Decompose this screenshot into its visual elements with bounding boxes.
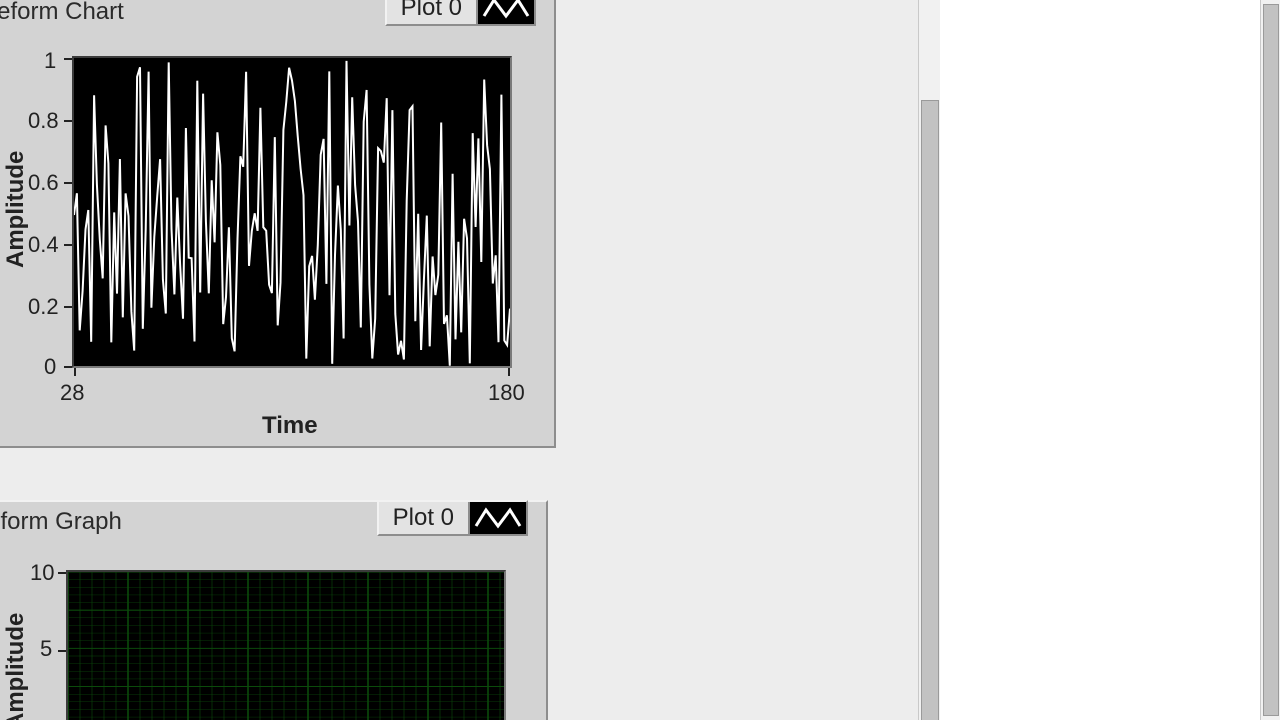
front-panel-scrollbar[interactable]	[918, 0, 941, 720]
right-panel-scrollbar[interactable]	[1260, 0, 1280, 720]
y-tick-mark	[64, 306, 72, 308]
waveform-chart-title: Waveform Chart	[0, 0, 124, 26]
y-tick-mark	[64, 182, 72, 184]
x-tick-28: 28	[60, 380, 84, 406]
waveform-chart-legend[interactable]: Plot 0	[385, 0, 536, 26]
line-sample-icon	[468, 502, 526, 534]
y-tick-0-6: 0.6	[28, 170, 59, 196]
line-sample-icon	[476, 0, 534, 24]
legend-label: Plot 0	[379, 502, 468, 534]
scrollbar-thumb[interactable]	[1263, 4, 1279, 716]
legend-label: Plot 0	[387, 0, 476, 24]
y-tick-0-4: 0.4	[28, 232, 59, 258]
y-tick-mark	[64, 244, 72, 246]
y-tick-0: 0	[44, 354, 56, 380]
y-tick-0-2: 0.2	[28, 294, 59, 320]
y-tick-mark	[64, 366, 72, 368]
y-tick-10: 10	[30, 560, 54, 586]
waveform-graph-title: Waveform Graph	[0, 508, 122, 536]
y-axis-label: Amplitude	[2, 151, 30, 268]
y-tick-mark	[58, 650, 66, 652]
x-tick-mark	[74, 368, 76, 376]
y-tick-5: 5	[40, 636, 52, 662]
x-axis-label: Time	[262, 412, 318, 440]
x-tick-180: 180	[488, 380, 525, 406]
y-tick-mark	[64, 120, 72, 122]
scrollbar-thumb[interactable]	[921, 100, 939, 720]
waveform-chart-plot[interactable]	[72, 56, 512, 368]
right-side-panel	[940, 0, 1260, 720]
waveform-graph-legend[interactable]: Plot 0	[377, 500, 528, 536]
y-tick-mark	[58, 572, 66, 574]
y-tick-1: 1	[44, 48, 56, 74]
waveform-graph-plot[interactable]	[66, 570, 506, 720]
y-axis-label-graph: Amplitude	[2, 613, 30, 720]
x-tick-mark	[508, 368, 510, 376]
y-tick-0-8: 0.8	[28, 108, 59, 134]
y-tick-mark	[64, 58, 72, 60]
